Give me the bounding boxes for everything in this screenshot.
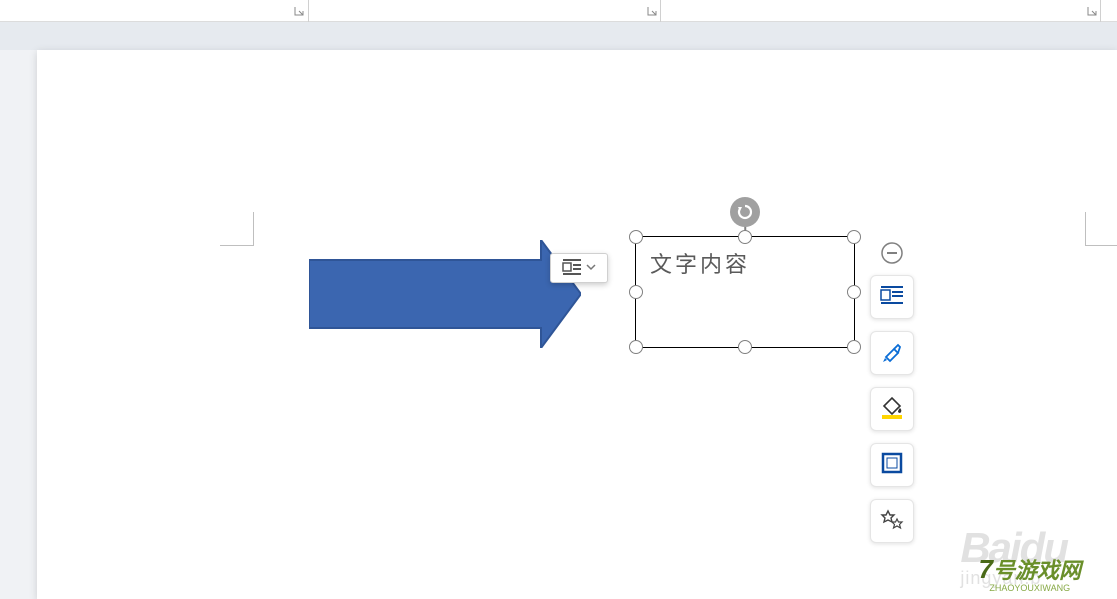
watermark-baidu-sub: jingyan.b xyxy=(960,568,1067,589)
resize-handle-nw[interactable] xyxy=(629,230,643,244)
watermark-site-number: 7 xyxy=(979,554,993,584)
arrow-shape[interactable] xyxy=(309,240,581,348)
rotate-handle[interactable] xyxy=(730,197,760,227)
ruler-area xyxy=(0,22,1117,50)
watermark-site-en: ZHAOYOUXIWANG xyxy=(979,583,1081,593)
margin-guide-top-left xyxy=(220,212,254,246)
toolbar-collapse-button[interactable] xyxy=(870,243,914,263)
layout-options-popup[interactable] xyxy=(550,253,608,283)
resize-handle-n[interactable] xyxy=(738,230,752,244)
ribbon-edge xyxy=(0,0,1117,22)
text-wrap-icon xyxy=(880,285,904,310)
ribbon-group-divider xyxy=(660,0,661,22)
watermark-site-cn: 号游戏网 xyxy=(993,558,1081,583)
ribbon-group-divider xyxy=(1100,0,1101,22)
format-painter-button[interactable] xyxy=(870,331,914,375)
floating-toolbar xyxy=(870,243,914,543)
outline-icon xyxy=(880,451,904,480)
ribbon-group-divider xyxy=(308,0,309,22)
textbox-content[interactable]: 文字内容 xyxy=(650,252,750,277)
watermark-baidu: Baidu jingyan.b xyxy=(960,524,1067,589)
shape-outline-button[interactable] xyxy=(870,443,914,487)
format-painter-icon xyxy=(880,339,904,368)
resize-handle-se[interactable] xyxy=(847,340,861,354)
text-wrap-button[interactable] xyxy=(870,275,914,319)
textbox-shape[interactable]: 文字内容 xyxy=(635,236,855,348)
effects-icon xyxy=(880,507,904,536)
margin-guide-top-right xyxy=(1085,212,1117,246)
chevron-down-icon xyxy=(586,259,596,277)
watermark-baidu-main: Baidu xyxy=(960,524,1067,572)
resize-handle-sw[interactable] xyxy=(629,340,643,354)
shape-effects-button[interactable] xyxy=(870,499,914,543)
resize-handle-e[interactable] xyxy=(847,285,861,299)
dialog-launcher-icon[interactable] xyxy=(1087,6,1097,16)
resize-handle-s[interactable] xyxy=(738,340,752,354)
fill-bucket-icon xyxy=(879,394,905,425)
dialog-launcher-icon[interactable] xyxy=(647,6,657,16)
watermark-site: 7号游戏网 ZHAOYOUXIWANG xyxy=(979,553,1081,593)
dialog-launcher-icon[interactable] xyxy=(294,6,304,16)
text-wrap-icon xyxy=(562,257,582,280)
resize-handle-w[interactable] xyxy=(629,285,643,299)
fill-color-button[interactable] xyxy=(870,387,914,431)
resize-handle-ne[interactable] xyxy=(847,230,861,244)
